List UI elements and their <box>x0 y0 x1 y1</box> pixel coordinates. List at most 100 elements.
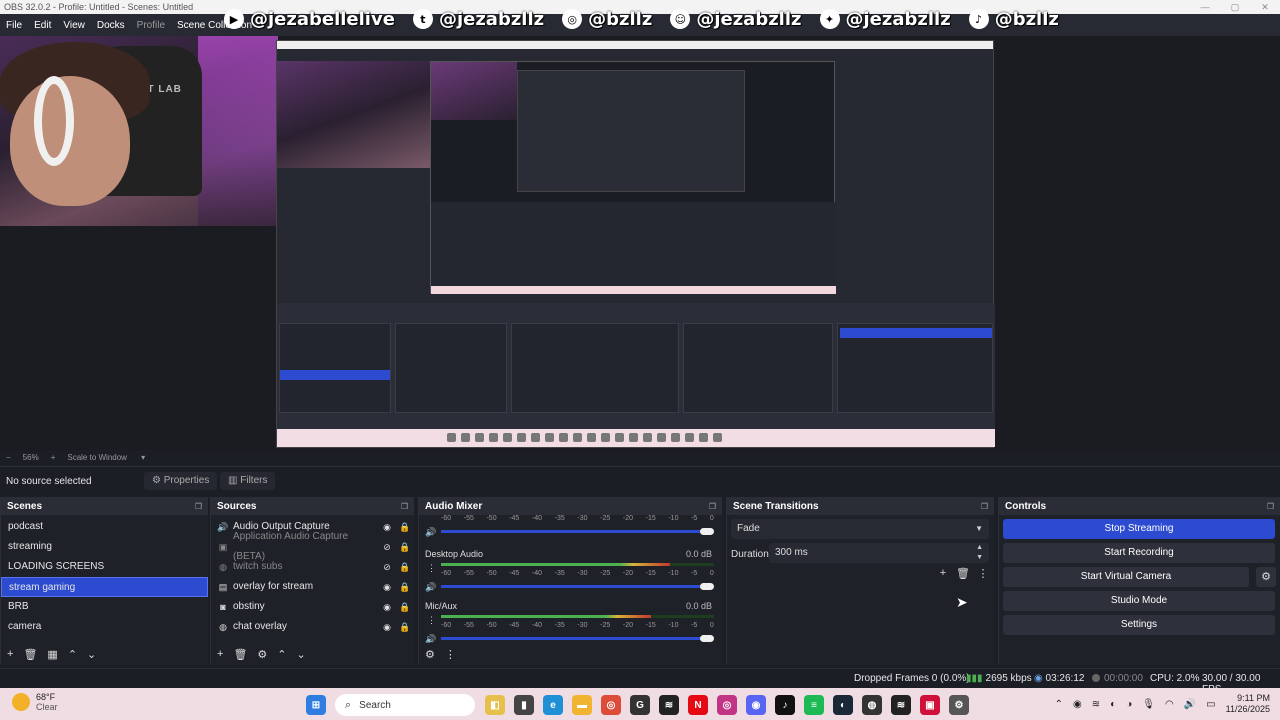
menu-profile[interactable]: Profile <box>137 20 165 31</box>
lock-icon[interactable]: 🔒 <box>396 577 414 597</box>
steam-icon[interactable]: ◐ <box>833 695 853 715</box>
mixer-menu-icon[interactable]: ⋮ <box>445 648 456 661</box>
start-virtual-camera-button[interactable]: Start Virtual Camera <box>1003 567 1249 587</box>
undock-icon[interactable]: ❐ <box>709 502 716 511</box>
file-explorer-icon[interactable]: ▮ <box>514 695 534 715</box>
program-preview[interactable]: SECRET LAB <box>0 36 1280 450</box>
studio-mode-button[interactable]: Studio Mode <box>1003 591 1275 611</box>
volume-icon[interactable]: 🔊 <box>1184 699 1196 710</box>
remove-scene-icon[interactable]: 🗑 <box>23 648 37 661</box>
volume-slider-handle[interactable] <box>700 528 714 535</box>
taskbar-search[interactable]: ⌕ Search <box>335 694 475 716</box>
netflix-icon[interactable]: N <box>688 695 708 715</box>
scale-mode-dropdown[interactable]: Scale to Window ▾ <box>67 453 145 462</box>
remove-source-icon[interactable]: 🗑 <box>233 648 247 661</box>
source-properties-icon[interactable]: ⚙ <box>257 648 267 661</box>
spinner-icon[interactable]: ▲ ▼ <box>976 543 983 563</box>
discord-icon[interactable]: ◉ <box>746 695 766 715</box>
menu-edit[interactable]: Edit <box>34 20 51 31</box>
undock-icon[interactable]: ❐ <box>401 502 408 511</box>
tray-app-icon[interactable]: ≋ <box>1092 699 1100 710</box>
undock-icon[interactable]: ❐ <box>195 502 202 511</box>
lock-icon[interactable]: 🔒 <box>396 517 414 537</box>
obs-icon[interactable]: ◍ <box>862 695 882 715</box>
menu-docks[interactable]: Docks <box>97 20 125 31</box>
remove-transition-icon[interactable]: 🗑 <box>953 567 973 580</box>
start-recording-button[interactable]: Start Recording <box>1003 543 1275 563</box>
eye-icon[interactable]: ◉ <box>378 617 396 637</box>
menu-view[interactable]: View <box>63 20 85 31</box>
scene-item-camera[interactable]: camera <box>1 617 208 637</box>
zoom-out-button[interactable]: − <box>6 453 11 462</box>
virtual-camera-settings-icon[interactable]: ⚙ <box>1256 567 1276 587</box>
duration-input[interactable]: 300 ms ▲ ▼ <box>769 543 989 563</box>
move-down-icon[interactable]: ⌄ <box>297 648 306 661</box>
transition-dropdown[interactable]: Fade ▼ <box>731 519 989 539</box>
advanced-audio-icon[interactable]: ⚙ <box>425 648 435 661</box>
folder-icon[interactable]: ▬ <box>572 695 592 715</box>
speaker-icon[interactable]: 🔊 <box>425 582 436 593</box>
start-icon[interactable]: ⊞ <box>306 695 326 715</box>
tiktok-icon[interactable]: ♪ <box>775 695 795 715</box>
source-item[interactable]: ▤ overlay for stream ◉ 🔒 <box>211 577 414 597</box>
chevron-up-icon[interactable]: ⌃ <box>1055 699 1063 710</box>
scene-item-brb[interactable]: BRB <box>1 597 208 617</box>
source-item[interactable]: ◙ obstiny ◉ 🔒 <box>211 597 414 617</box>
eye-hidden-icon[interactable]: ⊘ <box>378 557 396 577</box>
close-button[interactable]: ✕ <box>1250 0 1280 14</box>
channel-menu-icon[interactable]: ⋮ <box>427 563 436 574</box>
settings-button[interactable]: Settings <box>1003 615 1275 635</box>
scene-item-streaming[interactable]: streaming <box>1 537 208 557</box>
lock-icon[interactable]: 🔒 <box>396 537 414 557</box>
filters-button[interactable]: ▥ Filters <box>220 472 276 490</box>
add-transition-icon[interactable]: + <box>933 567 953 580</box>
eye-hidden-icon[interactable]: ⊘ <box>378 537 396 557</box>
scene-item-podcast[interactable]: podcast <box>1 517 208 537</box>
edge-icon[interactable]: e <box>543 695 563 715</box>
add-scene-icon[interactable]: + <box>7 648 13 660</box>
eye-icon[interactable]: ◉ <box>378 517 396 537</box>
microphone-icon[interactable]: 🎙 <box>1142 699 1155 710</box>
undock-icon[interactable]: ❐ <box>981 502 988 511</box>
lock-icon[interactable]: 🔒 <box>396 557 414 577</box>
move-down-icon[interactable]: ⌄ <box>87 648 96 661</box>
task-view-icon[interactable]: ◧ <box>485 695 505 715</box>
lock-icon[interactable]: 🔒 <box>396 597 414 617</box>
scene-filters-icon[interactable]: ▦ <box>47 648 57 661</box>
zoom-in-button[interactable]: + <box>51 453 56 462</box>
app-icon[interactable]: ≋ <box>891 695 911 715</box>
app-icon[interactable]: G <box>630 695 650 715</box>
speaker-icon[interactable]: 🔊 <box>425 527 436 538</box>
spotify-icon[interactable]: ≡ <box>804 695 824 715</box>
tray-app-icon[interactable]: ◐ <box>1110 699 1116 710</box>
steam-icon[interactable]: ◑ <box>1126 699 1132 710</box>
volume-slider[interactable] <box>441 637 708 640</box>
eye-icon[interactable]: ◉ <box>378 597 396 617</box>
volume-slider[interactable] <box>441 585 708 588</box>
tray-app-icon[interactable]: ◉ <box>1073 699 1082 710</box>
channel-menu-icon[interactable]: ⋮ <box>427 615 436 626</box>
undock-icon[interactable]: ❐ <box>1267 502 1274 511</box>
move-up-icon[interactable]: ⌃ <box>68 648 77 661</box>
properties-button[interactable]: ⚙ Properties <box>144 472 218 490</box>
maximize-button[interactable]: ▢ <box>1220 0 1250 14</box>
source-item[interactable]: ▣ Application Audio Capture (BETA) ⊘ 🔒 <box>211 531 414 562</box>
scene-item-stream-gaming[interactable]: stream gaming <box>1 577 208 597</box>
stop-streaming-button[interactable]: Stop Streaming <box>1003 519 1275 539</box>
app-icon[interactable]: ▣ <box>920 695 940 715</box>
battery-icon[interactable]: ▭ <box>1206 699 1215 710</box>
wifi-icon[interactable]: ◠ <box>1165 699 1174 710</box>
volume-slider-handle[interactable] <box>700 583 714 590</box>
app-icon[interactable]: ≋ <box>659 695 679 715</box>
menu-file[interactable]: File <box>6 20 22 31</box>
lock-icon[interactable]: 🔒 <box>396 617 414 637</box>
source-item[interactable]: ◍ chat overlay ◉ 🔒 <box>211 617 414 637</box>
minimize-button[interactable]: — <box>1190 0 1220 14</box>
instagram-icon[interactable]: ◎ <box>717 695 737 715</box>
scene-item-loading-screens[interactable]: LOADING SCREENS <box>1 557 208 577</box>
clock[interactable]: 9:11 PM 11/26/2025 <box>1226 693 1270 715</box>
transition-menu-icon[interactable]: ⋮ <box>973 567 993 580</box>
chrome-icon[interactable]: ◎ <box>601 695 621 715</box>
settings-icon[interactable]: ⚙ <box>949 695 969 715</box>
add-source-icon[interactable]: + <box>217 648 223 660</box>
